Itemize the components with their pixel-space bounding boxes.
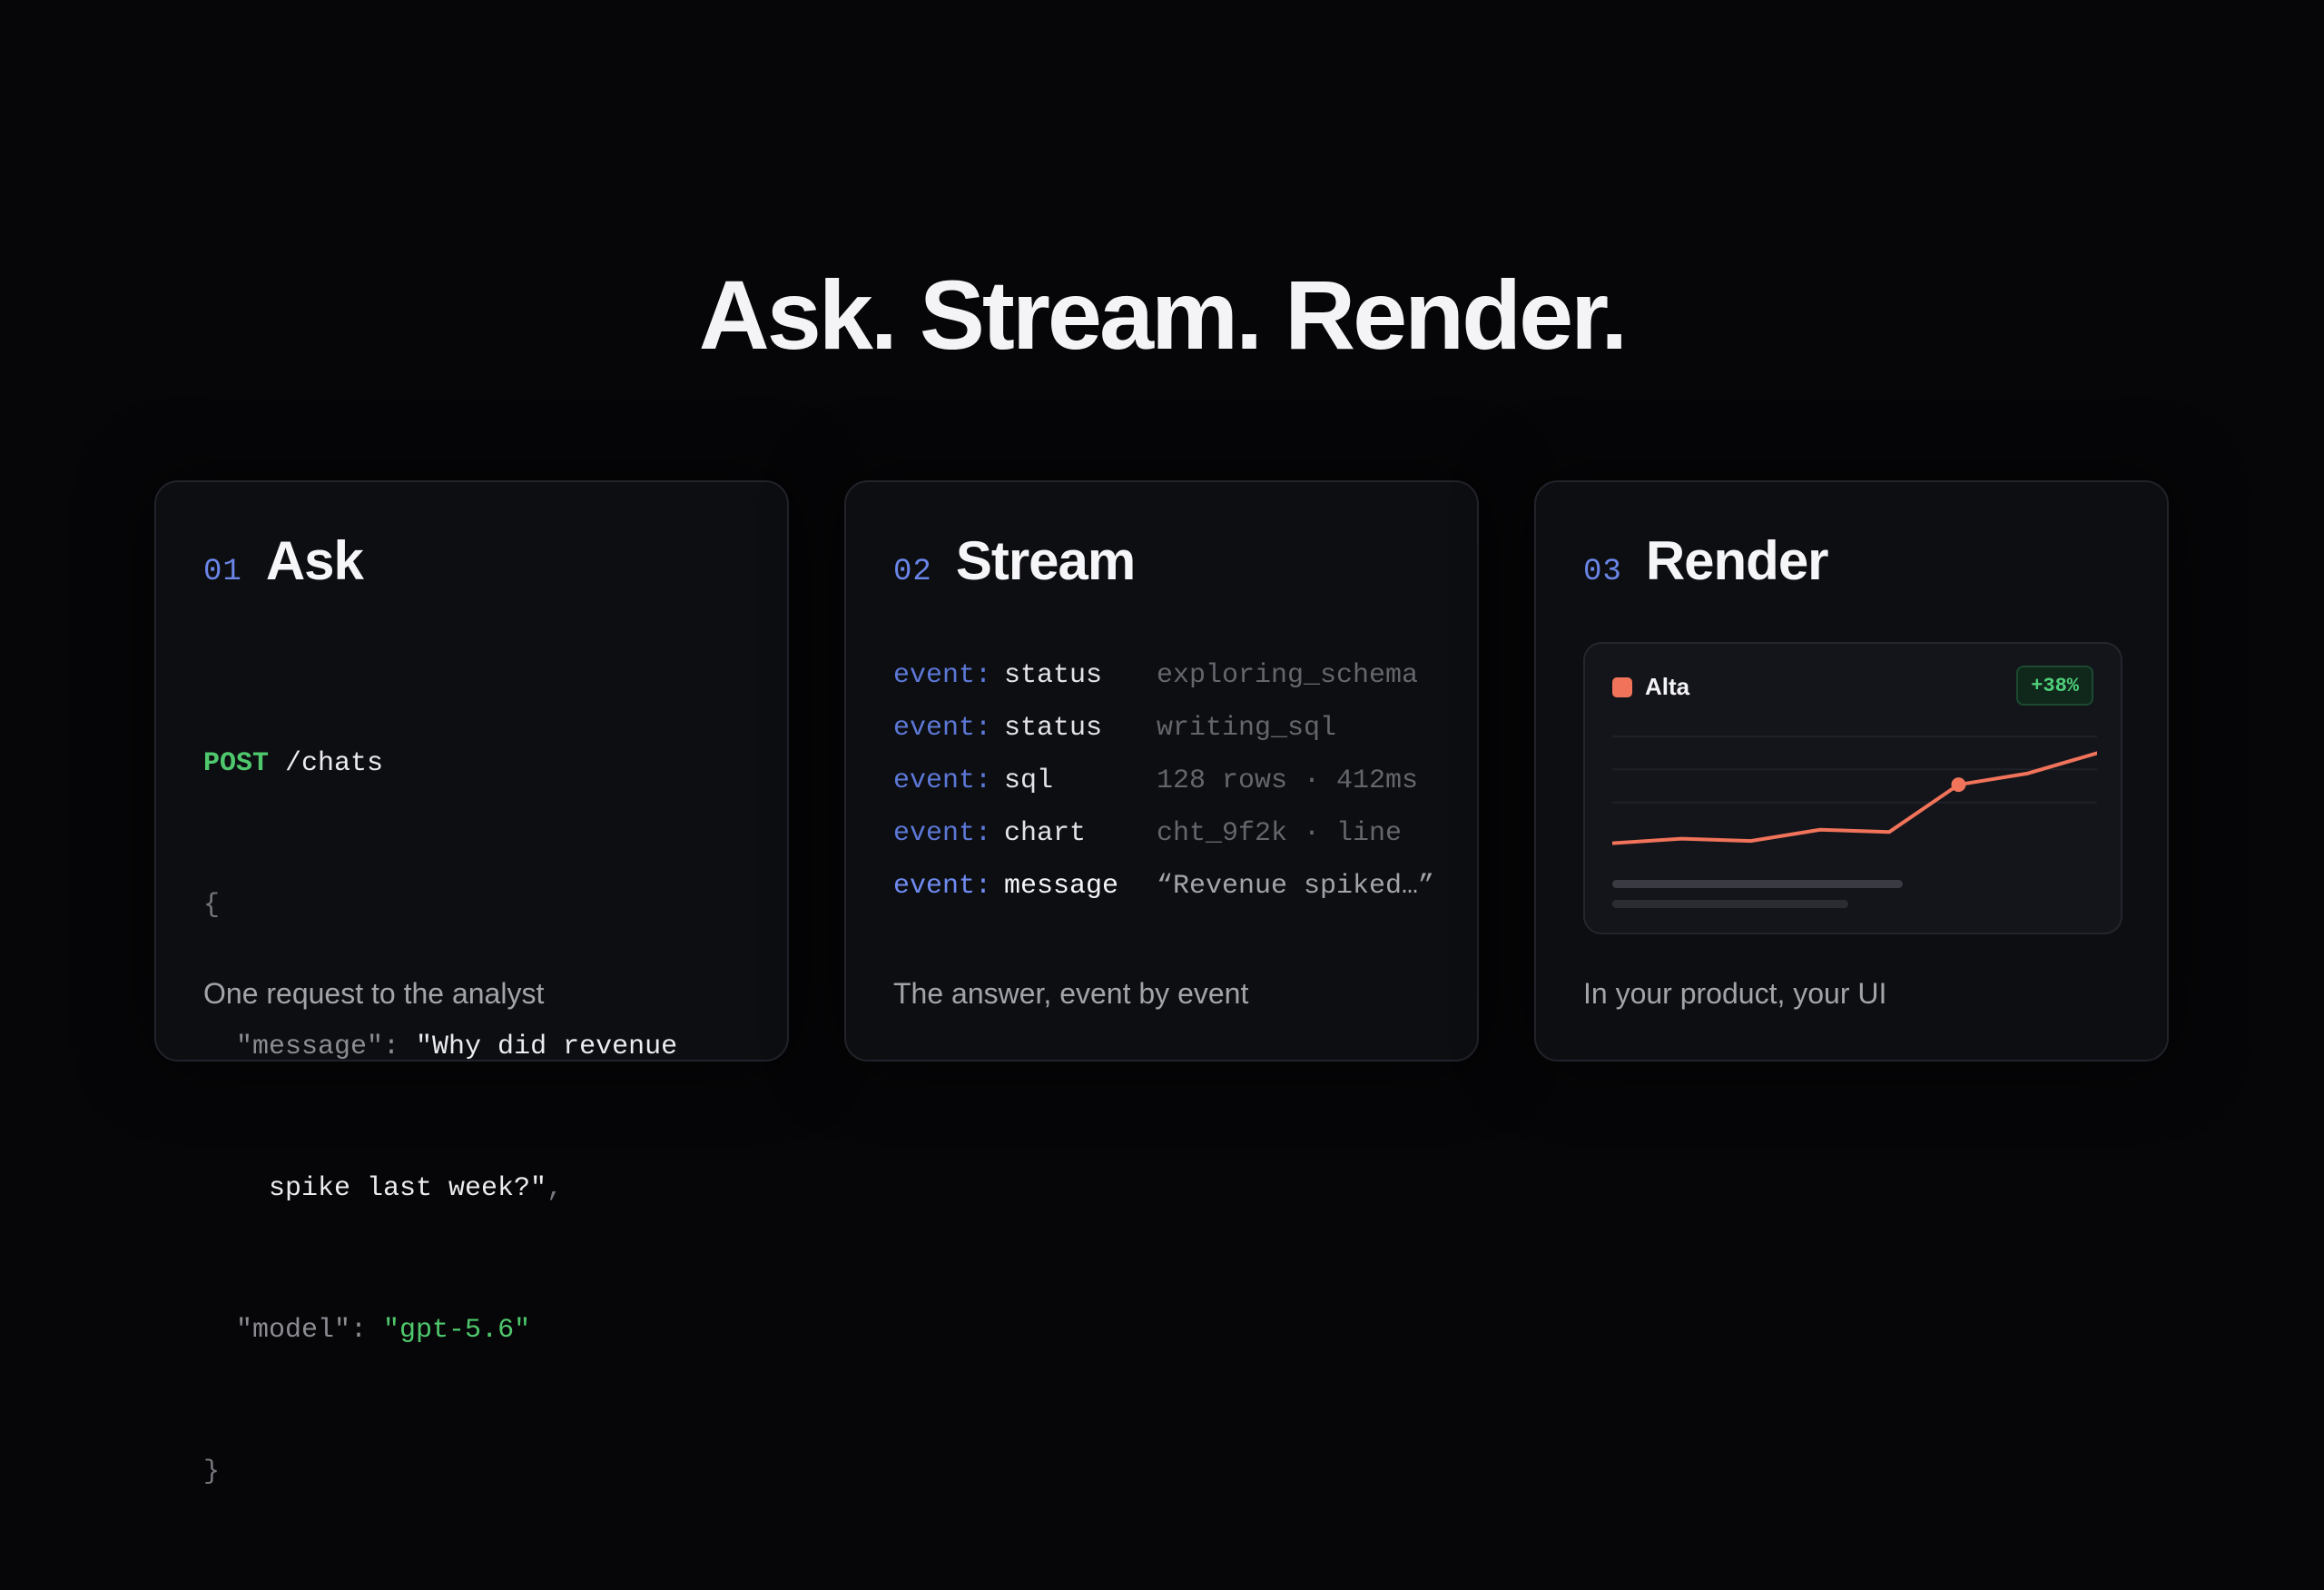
request-code-block: POST /chats { "message": "Why did revenu… [203,646,677,1590]
card-caption: In your product, your UI [1583,977,1887,1010]
step-title: Stream [955,530,1136,591]
event-value: cht_9f2k · line [1157,818,1403,849]
event-value: writing_sql [1157,713,1337,744]
steps-cards: 01 Ask POST /chats { "message": "Why did… [154,480,2170,1487]
headline: Ask. Stream. Render. [698,260,1628,370]
event-label: event: [893,871,992,902]
event-row: event: sql 128 rows · 412ms [893,755,1434,807]
message-value: "Why did revenue [416,1032,678,1062]
card-header: 03 Render [1583,529,1829,602]
card-header: 01 Ask [203,529,364,602]
series-line [1612,751,2097,845]
placeholder-text-bar [1612,900,1848,908]
message-value-cont: spike last week?" [203,1173,547,1204]
event-row: event: chart cht_9f2k · line [893,807,1434,860]
model-value: "gpt-5.6" [383,1315,531,1346]
event-stream-list: event: status exploring_schema event: st… [893,649,1434,913]
event-row: event: message “Revenue spiked…” [893,860,1434,913]
step-number: 01 [203,555,242,589]
highlight-point [1951,777,1966,793]
event-label: event: [893,818,992,849]
event-row: event: status writing_sql [893,702,1434,755]
series-color-swatch [1612,676,1632,697]
step-title: Render [1645,530,1829,591]
placeholder-text-bar [1612,880,1903,888]
message-key: "message": [203,1032,417,1062]
event-name: message [1004,871,1119,902]
card-ask: 01 Ask POST /chats { "message": "Why did… [154,480,789,1487]
comma: , [547,1173,564,1204]
chart-widget: Alta +38% [1583,642,2122,934]
card-stream: 02 Stream event: status exploring_schema… [844,480,1479,1062]
change-badge: +38% [2016,666,2093,706]
event-name: status [1004,660,1103,691]
widget-header: Alta [1612,673,1689,701]
event-label: event: [893,765,992,796]
request-path: /chats [269,748,384,779]
event-value: 128 rows · 412ms [1157,765,1419,796]
open-brace: { [203,890,221,921]
code-line-request: POST /chats [203,740,677,787]
card-header: 02 Stream [893,529,1136,602]
code-line-close: } [203,1448,677,1496]
step-title: Ask [265,530,364,591]
model-key: "model": [203,1315,384,1346]
card-caption: One request to the analyst [203,977,545,1010]
event-label: event: [893,713,992,744]
step-number: 02 [893,555,932,589]
line-chart [1612,736,2097,845]
card-caption: The answer, event by event [893,977,1249,1010]
code-line-model: "model": "gpt-5.6" [203,1307,677,1354]
close-brace: } [203,1457,221,1487]
code-line-open: { [203,882,677,929]
event-row: event: status exploring_schema [893,649,1434,702]
step-number: 03 [1583,555,1622,589]
event-value: “Revenue spiked…” [1157,871,1435,902]
widget-title: Alta [1645,673,1690,700]
event-name: chart [1004,818,1087,849]
http-method: POST [203,748,270,779]
event-value: exploring_schema [1157,660,1419,691]
code-line-message: "message": "Why did revenue [203,1023,677,1071]
code-line-message-cont: spike last week?", [203,1165,677,1212]
card-render: 03 Render Alta +38% In your product, you… [1534,480,2169,1062]
event-name: status [1004,713,1103,744]
event-name: sql [1004,765,1054,796]
event-label: event: [893,660,992,691]
